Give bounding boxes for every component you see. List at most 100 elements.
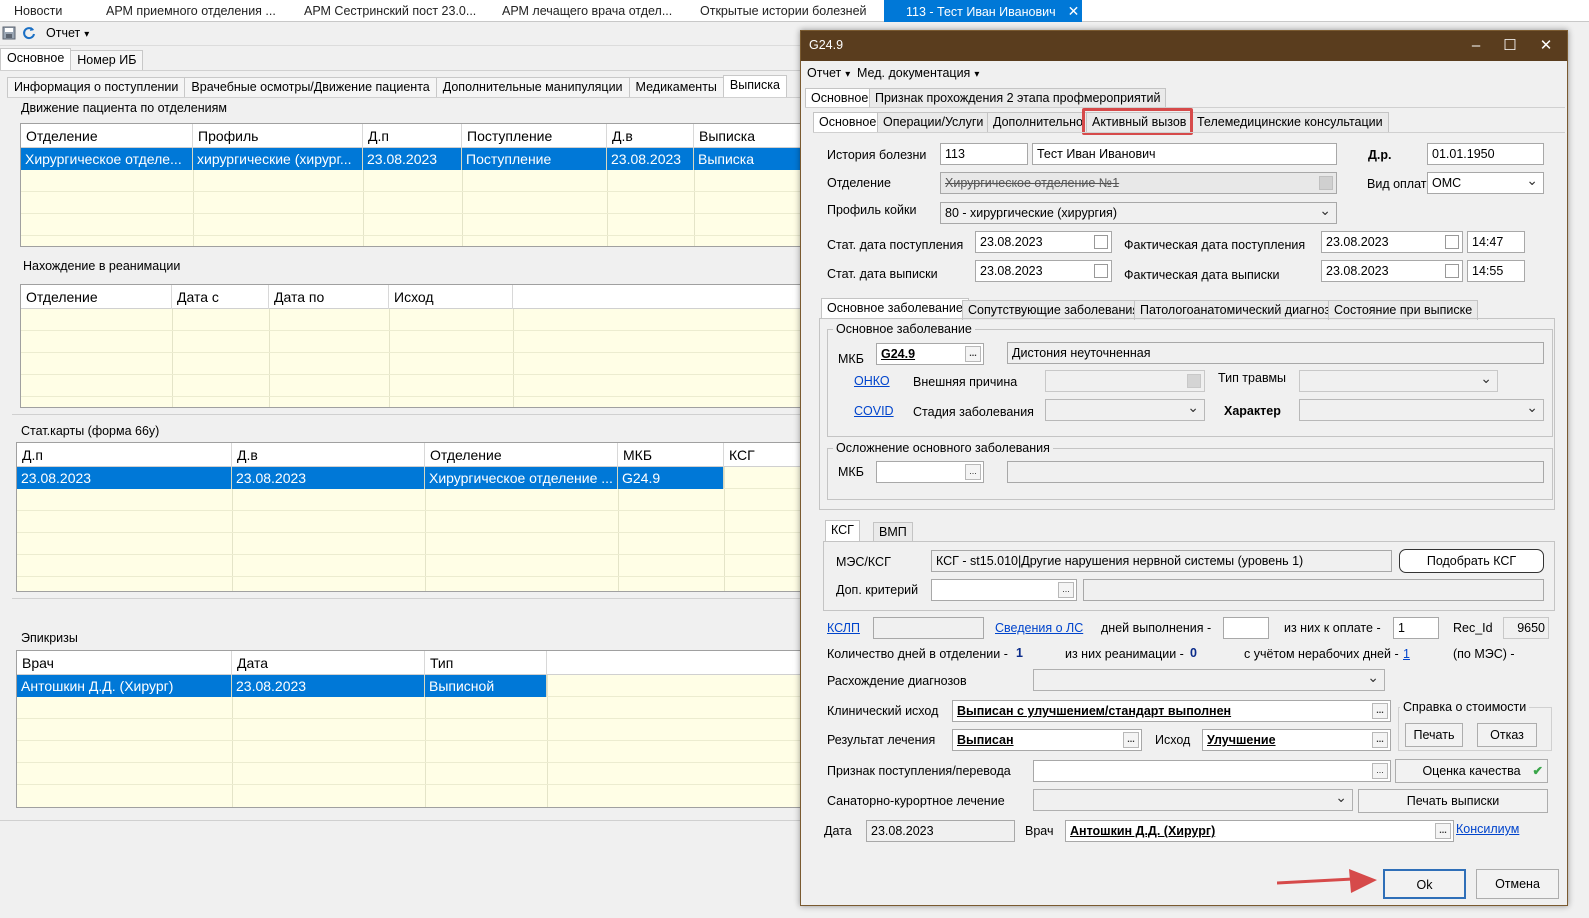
extra-criteria-field[interactable]: ... <box>931 579 1077 601</box>
dob-field[interactable]: 01.01.1950 <box>1427 143 1544 165</box>
trauma-type-select[interactable] <box>1299 370 1498 392</box>
table-row[interactable]: Антошкин Д.Д. (Хирург) 23.08.2023 Выписн… <box>17 675 801 697</box>
dialog-report-menu[interactable]: Отчет <box>807 66 850 80</box>
col-department[interactable]: Отделение <box>21 285 172 309</box>
tab-doctor-exams[interactable]: Врачебные осмотры/Движение пациента <box>184 77 437 97</box>
tab-pathology[interactable]: Патологоанатомический диагноз <box>1134 300 1337 320</box>
ellipsis-button[interactable]: ... <box>1372 732 1388 748</box>
tab-doctor-workstation[interactable]: АРМ лечащего врача отдел... <box>488 0 686 22</box>
history-number-field[interactable]: 113 <box>940 143 1028 165</box>
lookup-button[interactable] <box>1187 374 1201 388</box>
tab-basic[interactable]: Основное <box>813 112 883 132</box>
mkb-code-field[interactable]: G24.9... <box>876 343 984 365</box>
paid-field[interactable]: 1 <box>1393 617 1439 639</box>
tab-discharge-state[interactable]: Состояние при выписке <box>1328 300 1479 320</box>
fact-discharge-date-field[interactable]: 23.08.2023 <box>1321 260 1463 282</box>
col-date-to[interactable]: Дата по <box>269 285 389 309</box>
tab-telemedicine[interactable]: Телемедицинские консультации <box>1191 112 1389 132</box>
workdays-link[interactable]: 1 <box>1403 647 1410 661</box>
kslp-link[interactable]: КСЛП <box>827 621 860 635</box>
days-exec-field[interactable] <box>1223 617 1269 639</box>
calendar-icon[interactable] <box>1445 264 1459 278</box>
clinical-outcome-field[interactable]: Выписан с улучшением/стандарт выполнен..… <box>952 700 1391 722</box>
external-cause-field[interactable] <box>1045 370 1205 392</box>
doctor-field[interactable]: Антошкин Д.Д. (Хирург)... <box>1065 820 1454 842</box>
ellipsis-button[interactable]: ... <box>1372 763 1388 779</box>
tab-nurse-workstation[interactable]: АРМ Сестринский пост 23.0... <box>290 0 488 22</box>
tab-dialog-main[interactable]: Основное <box>805 88 875 108</box>
bed-profile-select[interactable]: 80 - хирургические (хирургия) <box>940 202 1337 224</box>
print-cost-button[interactable]: Печать <box>1405 723 1463 747</box>
col-department[interactable]: Отделение <box>21 124 193 148</box>
pick-ksg-button[interactable]: Подобрать КСГ <box>1399 549 1544 573</box>
lookup-button[interactable] <box>1319 176 1333 190</box>
tab-operations[interactable]: Операции/Услуги <box>877 112 990 132</box>
col-outcome[interactable]: Исход <box>389 285 513 309</box>
onko-link[interactable]: ОНКО <box>854 374 890 388</box>
tab-main[interactable]: Основное <box>0 48 72 70</box>
col-date[interactable]: Дата <box>232 651 425 675</box>
report-menu[interactable]: Отчет <box>46 26 89 40</box>
tab-discharge[interactable]: Выписка <box>722 75 787 97</box>
treatment-result-field[interactable]: Выписан... <box>952 729 1142 751</box>
tab-vmp[interactable]: ВМП <box>873 522 913 542</box>
stage-select[interactable] <box>1045 399 1205 421</box>
tab-prof-stage2[interactable]: Признак прохождения 2 этапа профмероприя… <box>869 88 1167 108</box>
minimize-icon[interactable]: – <box>1465 35 1487 57</box>
print-discharge-button[interactable]: Печать выписки <box>1358 789 1548 813</box>
col-doctor[interactable]: Врач <box>17 651 232 675</box>
ok-button[interactable]: Ok <box>1383 869 1466 899</box>
cancel-button[interactable]: Отмена <box>1476 869 1559 899</box>
tab-ib-number[interactable]: Номер ИБ <box>70 50 144 70</box>
ellipsis-button[interactable]: ... <box>965 464 981 480</box>
table-row[interactable]: 23.08.2023 23.08.2023 Хирургическое отде… <box>17 467 801 489</box>
tab-patient-113[interactable]: 113 - Тест Иван Иванович ✕ <box>884 0 1082 22</box>
close-icon[interactable]: ✕ <box>1535 35 1557 57</box>
calendar-icon[interactable] <box>1094 235 1108 249</box>
ellipsis-button[interactable]: ... <box>1435 823 1451 839</box>
refresh-icon[interactable] <box>22 26 36 40</box>
med-docs-menu[interactable]: Мед. документация <box>857 66 979 80</box>
col-admit-date[interactable]: Д.п <box>17 443 232 467</box>
maximize-icon[interactable]: ☐ <box>1499 35 1521 57</box>
stat-discharge-date-field[interactable]: 23.08.2023 <box>975 260 1112 282</box>
col-mkb[interactable]: МКБ <box>618 443 724 467</box>
tab-news[interactable]: Новости <box>0 0 92 22</box>
refuse-button[interactable]: Отказ <box>1477 723 1537 747</box>
payment-select[interactable]: ОМС <box>1427 172 1544 194</box>
tab-open-histories[interactable]: Открытые истории болезней <box>686 0 884 22</box>
close-icon[interactable]: ✕ <box>1068 3 1080 19</box>
col-ksg[interactable]: КСГ <box>724 443 801 467</box>
tab-admission-workstation[interactable]: АРМ приемного отделения ... <box>92 0 290 22</box>
col-admission[interactable]: Поступление <box>462 124 607 148</box>
sanatorium-select[interactable] <box>1033 789 1353 811</box>
admission-sign-field[interactable]: ... <box>1033 760 1391 782</box>
col-discharge-date[interactable]: Д.в <box>232 443 425 467</box>
ellipsis-button[interactable]: ... <box>1372 703 1388 719</box>
col-date-from[interactable]: Дата с <box>172 285 269 309</box>
outcome-field[interactable]: Улучшение... <box>1202 729 1391 751</box>
tab-medications[interactable]: Медикаменты <box>628 77 724 97</box>
tab-concomitant[interactable]: Сопутствующие заболевания <box>962 300 1146 320</box>
col-type[interactable]: Тип <box>425 651 547 675</box>
fact-admit-date-field[interactable]: 23.08.2023 <box>1321 231 1463 253</box>
stat-admit-date-field[interactable]: 23.08.2023 <box>975 231 1112 253</box>
covid-link[interactable]: COVID <box>854 404 894 418</box>
tab-extra-manipulations[interactable]: Дополнительные манипуляции <box>435 77 630 97</box>
calendar-icon[interactable] <box>1445 235 1459 249</box>
consilium-link[interactable]: Консилиум <box>1456 822 1519 836</box>
ls-info-link[interactable]: Сведения о ЛС <box>995 621 1083 635</box>
ellipsis-button[interactable]: ... <box>1058 582 1074 598</box>
character-select[interactable] <box>1299 399 1544 421</box>
tab-ksg[interactable]: КСГ <box>825 520 860 542</box>
ellipsis-button[interactable]: ... <box>965 346 981 362</box>
diag-mismatch-select[interactable] <box>1033 669 1385 691</box>
tab-admission-info[interactable]: Информация о поступлении <box>7 77 186 97</box>
tab-main-disease[interactable]: Основное заболевание <box>821 298 969 318</box>
col-admit-date[interactable]: Д.п <box>363 124 462 148</box>
tab-additional[interactable]: Дополнительно <box>987 112 1089 132</box>
table-row[interactable]: Хирургическое отделе... хирургические (х… <box>21 148 801 170</box>
col-department[interactable]: Отделение <box>425 443 618 467</box>
quality-button[interactable]: Оценка качества ✔ <box>1395 759 1548 783</box>
complication-mkb-field[interactable]: ... <box>876 461 984 483</box>
